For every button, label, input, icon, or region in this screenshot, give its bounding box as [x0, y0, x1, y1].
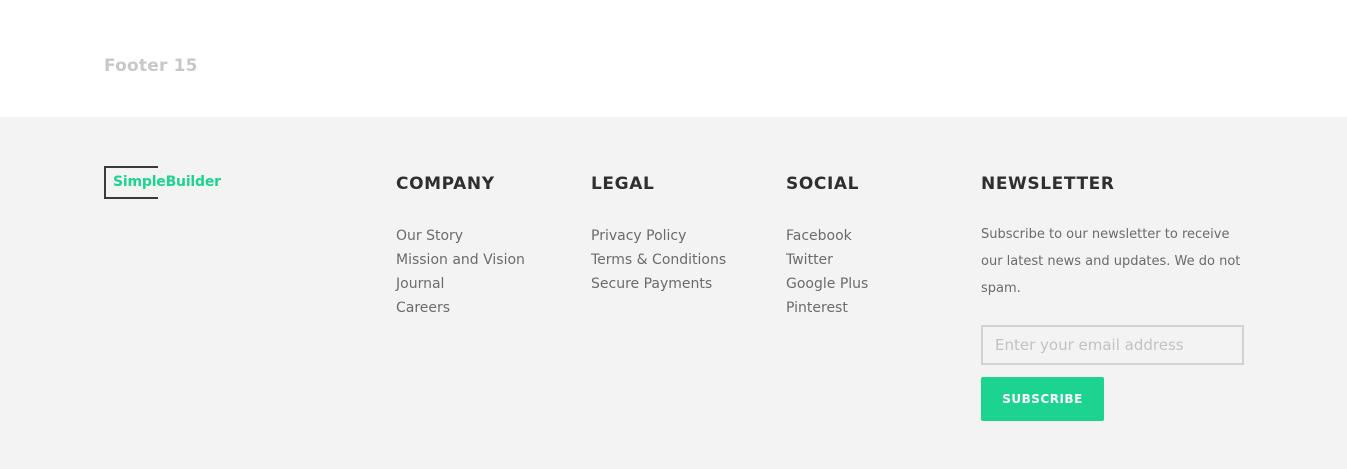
top-section: Footer 15: [0, 0, 1347, 117]
legal-link-terms[interactable]: Terms & Conditions: [591, 248, 726, 272]
company-link-careers[interactable]: Careers: [396, 296, 525, 320]
legal-link-payments[interactable]: Secure Payments: [591, 272, 726, 296]
footer: SimpleBuilder COMPANY Our Story Mission …: [0, 117, 1347, 469]
social-link-pinterest[interactable]: Pinterest: [786, 296, 868, 320]
company-links: Our Story Mission and Vision Journal Car…: [396, 224, 525, 320]
company-link-mission[interactable]: Mission and Vision: [396, 248, 525, 272]
legal-column: LEGAL Privacy Policy Terms & Conditions …: [591, 174, 726, 296]
social-link-facebook[interactable]: Facebook: [786, 224, 868, 248]
subscribe-button[interactable]: SUBSCRIBE: [981, 377, 1104, 421]
social-link-twitter[interactable]: Twitter: [786, 248, 868, 272]
newsletter-heading: NEWSLETTER: [981, 174, 1115, 194]
email-input[interactable]: [981, 325, 1244, 365]
brand-logo[interactable]: SimpleBuilder: [104, 166, 244, 199]
legal-links: Privacy Policy Terms & Conditions Secure…: [591, 224, 726, 296]
social-links: Facebook Twitter Google Plus Pinterest: [786, 224, 868, 320]
company-link-journal[interactable]: Journal: [396, 272, 525, 296]
legal-link-privacy[interactable]: Privacy Policy: [591, 224, 726, 248]
company-heading: COMPANY: [396, 174, 495, 194]
legal-heading: LEGAL: [591, 174, 655, 194]
brand-name: SimpleBuilder: [113, 174, 221, 190]
section-label: Footer 15: [104, 56, 198, 76]
social-column: SOCIAL Facebook Twitter Google Plus Pint…: [786, 174, 868, 320]
newsletter-column: NEWSLETTER Subscribe to our newsletter t…: [981, 174, 1247, 421]
company-column: COMPANY Our Story Mission and Vision Jou…: [396, 174, 525, 320]
social-link-google-plus[interactable]: Google Plus: [786, 272, 868, 296]
company-link-our-story[interactable]: Our Story: [396, 224, 525, 248]
newsletter-description: Subscribe to our newsletter to receive o…: [981, 227, 1241, 296]
social-heading: SOCIAL: [786, 174, 860, 194]
